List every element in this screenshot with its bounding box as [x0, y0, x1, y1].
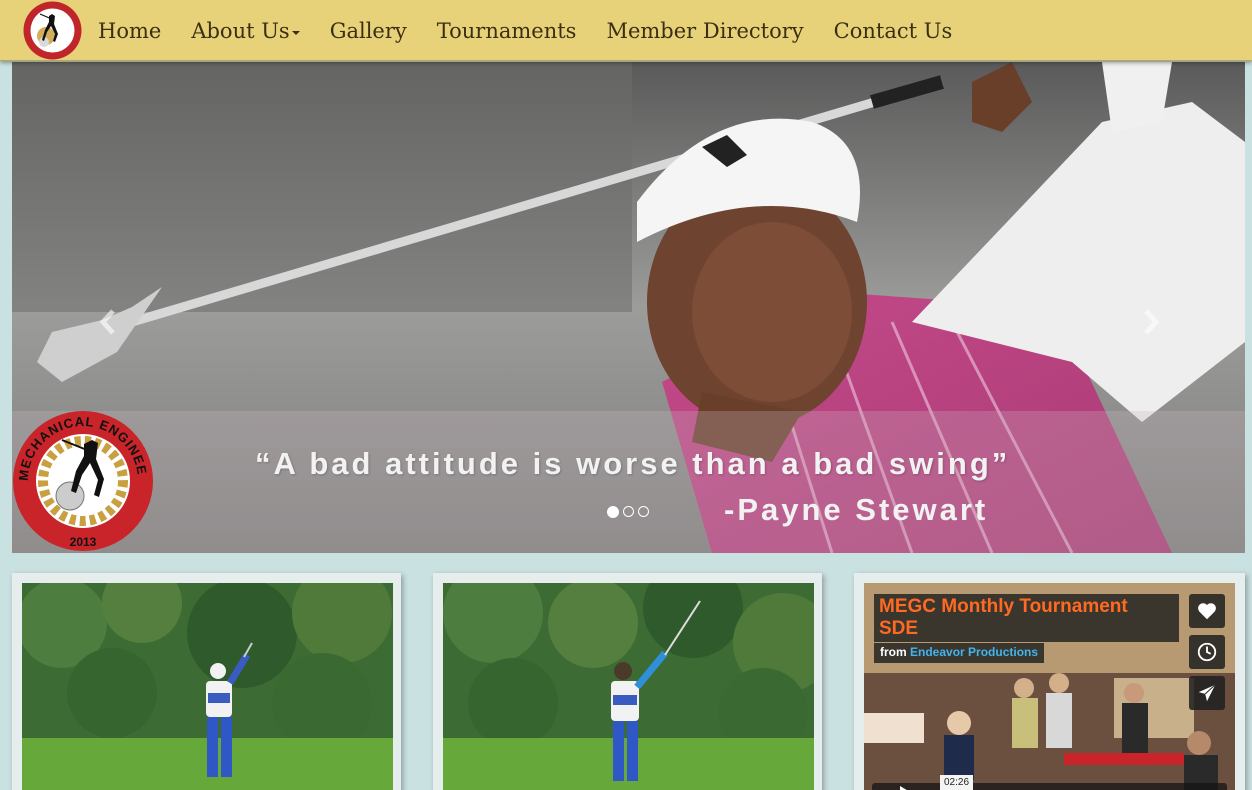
heart-icon: [1198, 603, 1216, 620]
nav-gallery[interactable]: Gallery: [330, 19, 407, 43]
photo-card-2: [433, 573, 822, 790]
caption-band: [12, 411, 1245, 553]
play-icon[interactable]: [900, 786, 910, 790]
video-card: MEGC Monthly Tournament SDE from Endeavo…: [854, 573, 1245, 790]
emblem-year: 2013: [70, 535, 97, 549]
video-control-bar[interactable]: [872, 783, 1227, 790]
video-from-box: from Endeavor Productions: [874, 643, 1045, 663]
send-icon: [1198, 684, 1216, 702]
nav-tournaments[interactable]: Tournaments: [437, 19, 577, 43]
golf-club-emblem-icon: MECHANICAL ENGINEERS GOLF CLUB 2013: [12, 398, 154, 552]
watch-later-button[interactable]: [1189, 635, 1225, 669]
nav-home[interactable]: Home: [98, 19, 161, 43]
chevron-left-icon: [99, 309, 115, 335]
carousel-next-button[interactable]: [1135, 307, 1165, 337]
carousel-prev-button[interactable]: [94, 307, 124, 337]
carousel-indicator-2[interactable]: [623, 506, 634, 517]
slide-quote-author: -Payne Stewart: [724, 492, 989, 527]
hero-carousel: MECHANICAL ENGINEERS GOLF CLUB 2013 “A b…: [12, 62, 1245, 553]
carousel-indicators: [607, 505, 649, 518]
chevron-right-icon: [1144, 309, 1160, 335]
video-channel-link[interactable]: Endeavor Productions: [910, 645, 1038, 659]
carousel-indicator-3[interactable]: [638, 506, 649, 517]
clock-icon: [1197, 642, 1217, 662]
slide-quote: “A bad attitude is worse than a bad swin…: [255, 446, 1011, 481]
nav-home-label: Home: [98, 18, 162, 43]
nav-contact-label: Contact Us: [833, 18, 953, 43]
nav-tournaments-label: Tournaments: [436, 18, 577, 43]
club-logo-icon[interactable]: [22, 0, 83, 61]
caret-down-icon: [291, 30, 300, 35]
video-player[interactable]: MEGC Monthly Tournament SDE from Endeavo…: [864, 583, 1235, 790]
nav-contact-us[interactable]: Contact Us: [834, 19, 953, 43]
navbar: Home About Us Gallery Tournaments Member…: [0, 0, 1252, 61]
video-title[interactable]: MEGC Monthly Tournament SDE: [879, 596, 1169, 640]
share-button[interactable]: [1189, 676, 1225, 710]
carousel-indicator-1[interactable]: [607, 505, 619, 518]
nav-about-label: About Us: [191, 18, 290, 43]
like-button[interactable]: [1189, 594, 1225, 628]
nav-member-directory-label: Member Directory: [606, 18, 804, 43]
photo-card-1: [12, 573, 401, 790]
video-from-label: from: [880, 645, 907, 659]
nav-member-directory[interactable]: Member Directory: [606, 19, 803, 43]
golfer-photo-2[interactable]: [443, 583, 814, 790]
golfer-photo-1[interactable]: [22, 583, 393, 790]
nav-about-us[interactable]: About Us: [191, 18, 300, 43]
video-duration: 02:26: [940, 775, 974, 790]
nav-gallery-label: Gallery: [329, 18, 407, 43]
